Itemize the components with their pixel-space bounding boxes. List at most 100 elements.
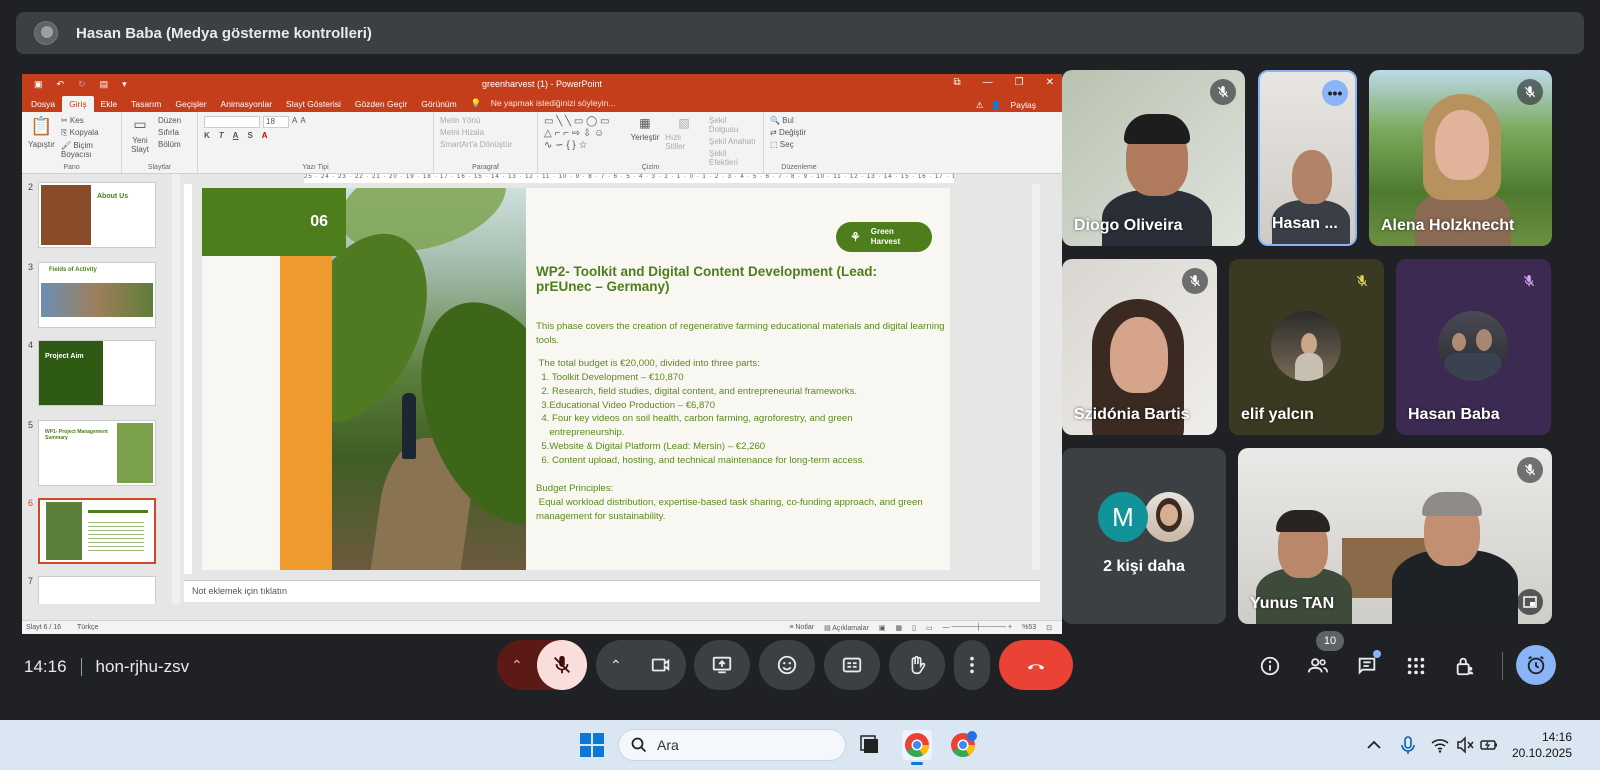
underline-icon[interactable]: A	[233, 131, 239, 140]
tab-transitions[interactable]: Geçişler	[168, 96, 213, 112]
slide-thumbnail-2[interactable]: About Us	[38, 182, 156, 248]
picture-in-picture-icon[interactable]	[1517, 589, 1543, 615]
mic-options-chevron-icon[interactable]: ⌃	[511, 657, 523, 674]
status-language[interactable]: Türkçe	[77, 624, 98, 631]
find-button[interactable]: 🔍 Bul	[770, 116, 806, 125]
camera-options-chevron-icon[interactable]: ⌃	[610, 657, 622, 674]
chat-button[interactable]	[1355, 650, 1381, 678]
chrome-profile-taskbar-icon[interactable]	[948, 730, 978, 760]
reading-view-icon[interactable]: ▯	[912, 624, 916, 632]
select-button[interactable]: ⬚ Seç	[770, 140, 806, 149]
new-slide-button[interactable]: Yeni Slayt	[128, 136, 152, 154]
microphone-tray-icon[interactable]	[1398, 730, 1418, 760]
participant-tile-alena[interactable]: Alena Holzknecht	[1369, 70, 1552, 246]
bold-icon[interactable]: K	[204, 131, 210, 140]
participant-tile-elif[interactable]: elif yalcın	[1229, 259, 1384, 435]
quick-styles-icon[interactable]: ▧	[678, 116, 689, 130]
undo-icon[interactable]: ↶	[57, 79, 65, 90]
slide-thumbnail-3[interactable]: Fields of Activity	[38, 262, 156, 328]
notes-pane[interactable]: Not eklemek için tıklatın	[184, 580, 1040, 602]
thumbnails-scrollbar[interactable]	[172, 174, 180, 604]
chrome-taskbar-icon[interactable]	[902, 730, 932, 765]
tab-view[interactable]: Görünüm	[414, 96, 463, 112]
arrange-icon[interactable]: ▦	[639, 116, 650, 130]
strikethrough-icon[interactable]: S	[247, 131, 252, 140]
text-direction-button[interactable]: Metin Yönü	[440, 116, 512, 125]
minimize-icon[interactable]: —	[983, 77, 993, 88]
tab-review[interactable]: Gözden Geçir	[348, 96, 414, 112]
tell-me-box[interactable]: 💡 Ne yapmak istediğinizi söyleyin...	[464, 95, 630, 112]
volume-muted-icon[interactable]	[1455, 730, 1475, 760]
redo-icon[interactable]: ↻	[78, 79, 86, 90]
font-size-box[interactable]: 18	[263, 116, 289, 128]
shrink-font-icon[interactable]: A	[300, 116, 305, 128]
participant-tile-diogo[interactable]: Diogo Oliveira	[1062, 70, 1245, 246]
tab-design[interactable]: Tasarım	[124, 96, 168, 112]
more-participants-tile[interactable]: M 2 kişi daha	[1062, 448, 1226, 624]
maximize-icon[interactable]: ❐	[1015, 77, 1024, 88]
slide-thumbnail-7[interactable]	[38, 576, 156, 604]
slide-thumbnail-4[interactable]: Project Aim	[38, 340, 156, 406]
cut-button[interactable]: ✂ Kes	[61, 116, 115, 125]
paste-button[interactable]: Yapıştır	[28, 140, 55, 149]
leave-call-button[interactable]	[999, 640, 1073, 690]
start-slideshow-icon[interactable]: ▤	[100, 79, 109, 90]
participant-tile-yunus[interactable]: Yunus TAN	[1238, 448, 1552, 624]
reactions-button[interactable]	[759, 640, 815, 690]
grow-font-icon[interactable]: A	[292, 116, 297, 128]
sorter-view-icon[interactable]: ▦	[895, 624, 902, 632]
taskbar-search[interactable]: Ara	[618, 729, 846, 761]
paste-icon[interactable]: 📋	[30, 116, 52, 137]
close-icon[interactable]: ✕	[1046, 77, 1054, 88]
tab-slideshow[interactable]: Slayt Gösterisi	[279, 96, 348, 112]
share-button[interactable]: ⚠ 👤 Paylaş	[969, 97, 1050, 114]
slideshow-view-icon[interactable]: ▭	[926, 624, 933, 632]
tab-animations[interactable]: Animasyonlar	[214, 96, 280, 112]
quick-styles-button[interactable]: Hızlı Stiller	[665, 133, 703, 151]
reset-button[interactable]: Sıfırla	[158, 128, 181, 137]
more-options-icon[interactable]: •••	[1322, 80, 1348, 106]
people-button[interactable]	[1306, 654, 1330, 678]
layout-button[interactable]: Düzen	[158, 116, 181, 125]
font-name-box[interactable]	[204, 116, 260, 128]
participant-tile-hasan-baba[interactable]: Hasan Baba	[1396, 259, 1551, 435]
task-view-icon[interactable]	[856, 730, 886, 760]
more-options-button[interactable]	[954, 640, 990, 690]
timer-button[interactable]	[1516, 645, 1556, 685]
slide-scrollbar[interactable]	[1032, 184, 1040, 570]
participant-tile-szidonia[interactable]: Szidónia Bartis	[1062, 259, 1217, 435]
meeting-code[interactable]: hon-rjhu-zsv	[96, 657, 190, 677]
notes-toggle[interactable]: ≡ Notlar	[789, 624, 814, 632]
windows-start-icon[interactable]	[577, 730, 607, 760]
quick-access-more-icon[interactable]: ▾	[122, 79, 127, 90]
shapes-gallery[interactable]: ▭ ╲ ╲ ▭ ◯ ▭ △ ⌐ ⌐ ⇨ ⇩ ☺ ∿ ∽ { } ☆	[544, 116, 625, 156]
tab-file[interactable]: Dosya	[24, 96, 62, 112]
wifi-icon[interactable]	[1430, 730, 1450, 760]
show-hidden-icons-chevron-icon[interactable]	[1364, 730, 1384, 760]
taskbar-clock[interactable]: 14:16 20.10.2025	[1512, 729, 1572, 761]
font-color-icon[interactable]: A	[262, 131, 268, 140]
tab-home[interactable]: Giriş	[62, 96, 94, 112]
mic-toggle-button[interactable]	[537, 640, 587, 690]
format-painter-button[interactable]: 🖌 Biçim Boyacısı	[61, 141, 115, 159]
comments-toggle[interactable]: ▤ Açıklamalar	[824, 624, 869, 632]
arrange-button[interactable]: Yerleştir	[631, 133, 660, 142]
slide-thumbnail-6[interactable]	[38, 498, 156, 564]
replace-button[interactable]: ⇄ Değiştir	[770, 128, 806, 137]
host-controls-button[interactable]	[1453, 654, 1477, 678]
copy-button[interactable]: ⎘ Kopyala	[61, 128, 115, 138]
align-text-button[interactable]: Metni Hizala	[440, 128, 512, 137]
activities-button[interactable]	[1404, 654, 1428, 678]
section-button[interactable]: Bölüm	[158, 140, 181, 149]
battery-icon[interactable]	[1479, 730, 1499, 760]
ribbon-display-icon[interactable]: ⧉	[954, 77, 961, 88]
presenter-banner[interactable]: Hasan Baba (Medya gösterme kontrolleri)	[16, 12, 1584, 54]
smartart-button[interactable]: SmartArt'a Dönüştür	[440, 140, 512, 149]
tab-insert[interactable]: Ekle	[94, 96, 125, 112]
new-slide-icon[interactable]: ▭	[133, 116, 146, 133]
italic-icon[interactable]: T	[219, 131, 224, 140]
meeting-details-button[interactable]	[1258, 654, 1282, 678]
zoom-slider[interactable]: — ─────┼───── +	[943, 624, 1013, 632]
current-slide[interactable]: 06 ⚘ Green Harvest WP2- Toolkit and Digit…	[202, 188, 950, 570]
participant-tile-hasan[interactable]: ••• Hasan ...	[1258, 70, 1357, 246]
